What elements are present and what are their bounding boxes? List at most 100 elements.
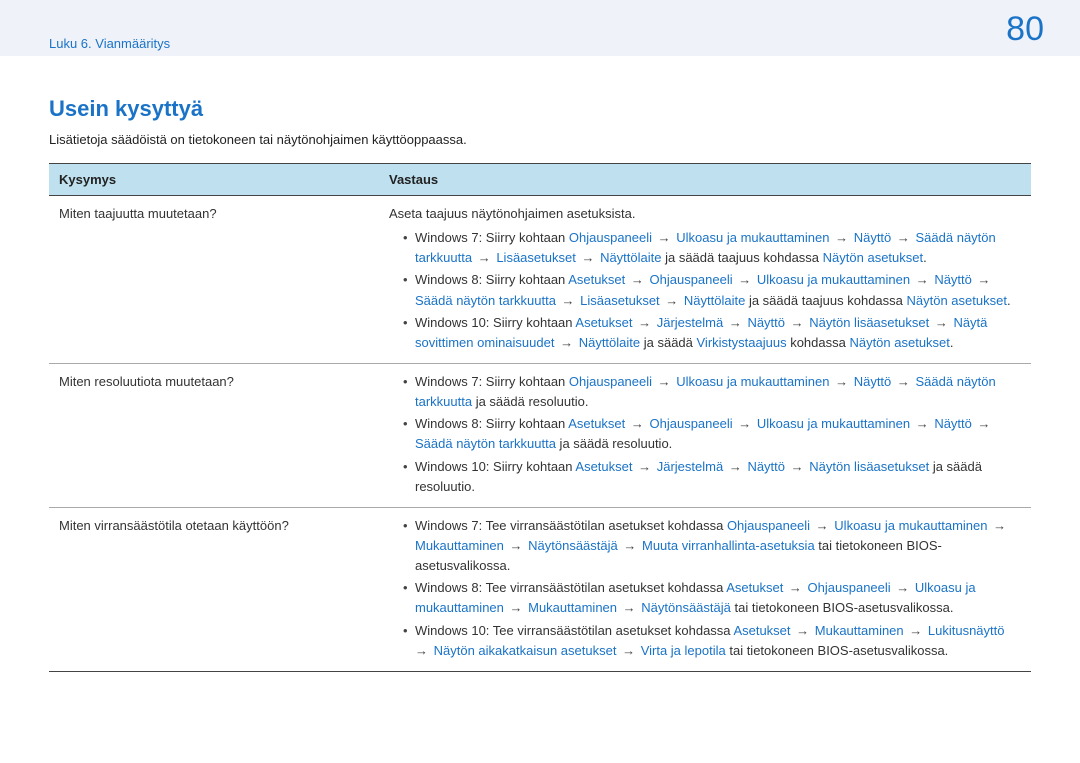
arrow-icon: → xyxy=(723,459,747,474)
nav-path-segment[interactable]: Asetukset xyxy=(575,459,632,474)
nav-path-segment[interactable]: Virkistystaajuus xyxy=(697,335,787,350)
nav-path-segment[interactable]: Mukauttaminen xyxy=(528,600,617,615)
nav-path-segment[interactable]: Näyttö xyxy=(747,315,785,330)
nav-path-segment[interactable]: Ohjauspaneeli xyxy=(650,416,733,431)
answer-bullets: Windows 7: Siirry kohtaan Ohjauspaneeli … xyxy=(389,372,1021,497)
question-cell: Miten virransäästötila otetaan käyttöön? xyxy=(49,507,379,671)
arrow-icon: → xyxy=(723,315,747,330)
page-title: Usein kysyttyä xyxy=(49,96,1031,122)
arrow-icon: → xyxy=(554,335,578,350)
page-content: Usein kysyttyä Lisätietoja säädöistä on … xyxy=(0,56,1080,672)
nav-path-segment[interactable]: Virta ja lepotila xyxy=(641,643,726,658)
list-item: Windows 7: Tee virransäästötilan asetuks… xyxy=(403,516,1021,576)
header-bar: Luku 6. Vianmääritys 80 xyxy=(0,0,1080,56)
nav-path-segment[interactable]: Ohjauspaneeli xyxy=(727,518,810,533)
nav-path-segment[interactable]: Näyttölaite xyxy=(684,293,745,308)
list-item: Windows 10: Siirry kohtaan Asetukset → J… xyxy=(403,313,1021,353)
nav-path-segment[interactable]: Lisäasetukset xyxy=(580,293,660,308)
nav-path-segment[interactable]: Näytön asetukset xyxy=(849,335,949,350)
nav-path-segment[interactable]: Säädä näytön tarkkuutta xyxy=(415,436,556,451)
arrow-icon: → xyxy=(810,518,834,533)
nav-path-segment[interactable]: Ulkoasu ja mukauttaminen xyxy=(757,416,910,431)
arrow-icon: → xyxy=(660,293,684,308)
nav-path-segment[interactable]: Näyttölaite xyxy=(579,335,640,350)
list-item: Windows 8: Siirry kohtaan Asetukset → Oh… xyxy=(403,414,1021,454)
list-item: Windows 7: Siirry kohtaan Ohjauspaneeli … xyxy=(403,372,1021,412)
nav-path-segment[interactable]: Ohjauspaneeli xyxy=(650,272,733,287)
nav-path-segment[interactable]: Säädä näytön tarkkuutta xyxy=(415,293,556,308)
arrow-icon: → xyxy=(576,250,600,265)
question-cell: Miten resoluutiota muutetaan? xyxy=(49,363,379,507)
answer-cell: Windows 7: Siirry kohtaan Ohjauspaneeli … xyxy=(379,363,1031,507)
nav-path-segment[interactable]: Näytön aikakatkaisun asetukset xyxy=(434,643,617,658)
answer-cell: Aseta taajuus näytönohjaimen asetuksista… xyxy=(379,196,1031,364)
nav-path-segment[interactable]: Ohjauspaneeli xyxy=(569,230,652,245)
arrow-icon: → xyxy=(504,600,528,615)
arrow-icon: → xyxy=(829,374,853,389)
nav-path-segment[interactable]: Asetukset xyxy=(575,315,632,330)
arrow-icon: → xyxy=(556,293,580,308)
table-row: Miten taajuutta muutetaan?Aseta taajuus … xyxy=(49,196,1031,364)
list-item: Windows 10: Siirry kohtaan Asetukset → J… xyxy=(403,457,1021,497)
arrow-icon: → xyxy=(891,230,915,245)
nav-path-segment[interactable]: Näytön asetukset xyxy=(907,293,1007,308)
arrow-icon: → xyxy=(625,416,649,431)
nav-path-segment[interactable]: Mukauttaminen xyxy=(415,538,504,553)
nav-path-segment[interactable]: Näyttö xyxy=(934,272,972,287)
arrow-icon: → xyxy=(504,538,528,553)
nav-path-segment[interactable]: Näytön asetukset xyxy=(823,250,923,265)
nav-path-segment[interactable]: Näyttö xyxy=(934,416,972,431)
page-number: 80 xyxy=(1006,10,1044,49)
arrow-icon: → xyxy=(633,459,657,474)
nav-path-segment[interactable]: Ohjauspaneeli xyxy=(808,580,891,595)
nav-path-segment[interactable]: Lisäasetukset xyxy=(496,250,576,265)
nav-path-segment[interactable]: Ohjauspaneeli xyxy=(569,374,652,389)
arrow-icon: → xyxy=(618,538,642,553)
arrow-icon: → xyxy=(472,250,496,265)
answer-cell: Windows 7: Tee virransäästötilan asetuks… xyxy=(379,507,1031,671)
nav-path-segment[interactable]: Näytön lisäasetukset xyxy=(809,315,929,330)
arrow-icon: → xyxy=(972,416,993,431)
answer-lead: Aseta taajuus näytönohjaimen asetuksista… xyxy=(389,204,1021,224)
answer-bullets: Windows 7: Siirry kohtaan Ohjauspaneeli … xyxy=(389,228,1021,353)
arrow-icon: → xyxy=(733,272,757,287)
nav-path-segment[interactable]: Näyttölaite xyxy=(600,250,661,265)
nav-path-segment[interactable]: Näyttö xyxy=(854,374,892,389)
nav-path-segment[interactable]: Järjestelmä xyxy=(657,315,723,330)
arrow-icon: → xyxy=(988,518,1009,533)
nav-path-segment[interactable]: Näyttö xyxy=(747,459,785,474)
list-item: Windows 8: Siirry kohtaan Asetukset → Oh… xyxy=(403,270,1021,310)
arrow-icon: → xyxy=(633,315,657,330)
arrow-icon: → xyxy=(904,623,928,638)
arrow-icon: → xyxy=(652,230,676,245)
table-row: Miten virransäästötila otetaan käyttöön?… xyxy=(49,507,1031,671)
arrow-icon: → xyxy=(829,230,853,245)
arrow-icon: → xyxy=(733,416,757,431)
nav-path-segment[interactable]: Asetukset xyxy=(568,416,625,431)
nav-path-segment[interactable]: Järjestelmä xyxy=(657,459,723,474)
arrow-icon: → xyxy=(972,272,993,287)
nav-path-segment[interactable]: Ulkoasu ja mukauttaminen xyxy=(834,518,987,533)
nav-path-segment[interactable]: Näytönsäästäjä xyxy=(641,600,731,615)
nav-path-segment[interactable]: Muuta virranhallinta-asetuksia xyxy=(642,538,815,553)
nav-path-segment[interactable]: Ulkoasu ja mukauttaminen xyxy=(676,230,829,245)
nav-path-segment[interactable]: Asetukset xyxy=(726,580,783,595)
nav-path-segment[interactable]: Asetukset xyxy=(733,623,790,638)
nav-path-segment[interactable]: Asetukset xyxy=(568,272,625,287)
nav-path-segment[interactable]: Mukauttaminen xyxy=(815,623,904,638)
nav-path-segment[interactable]: Lukitusnäyttö xyxy=(928,623,1005,638)
nav-path-segment[interactable]: Näytönsäästäjä xyxy=(528,538,618,553)
arrow-icon: → xyxy=(791,623,815,638)
nav-path-segment[interactable]: Näytön lisäasetukset xyxy=(809,459,929,474)
arrow-icon: → xyxy=(785,459,809,474)
faq-tbody: Miten taajuutta muutetaan?Aseta taajuus … xyxy=(49,196,1031,672)
nav-path-segment[interactable]: Näyttö xyxy=(854,230,892,245)
list-item: Windows 10: Tee virransäästötilan asetuk… xyxy=(403,621,1021,661)
arrow-icon: → xyxy=(616,643,640,658)
arrow-icon: → xyxy=(785,315,809,330)
nav-path-segment[interactable]: Ulkoasu ja mukauttaminen xyxy=(757,272,910,287)
breadcrumb[interactable]: Luku 6. Vianmääritys xyxy=(49,36,170,51)
arrow-icon: → xyxy=(625,272,649,287)
nav-path-segment[interactable]: Ulkoasu ja mukauttaminen xyxy=(676,374,829,389)
arrow-icon: → xyxy=(929,315,953,330)
